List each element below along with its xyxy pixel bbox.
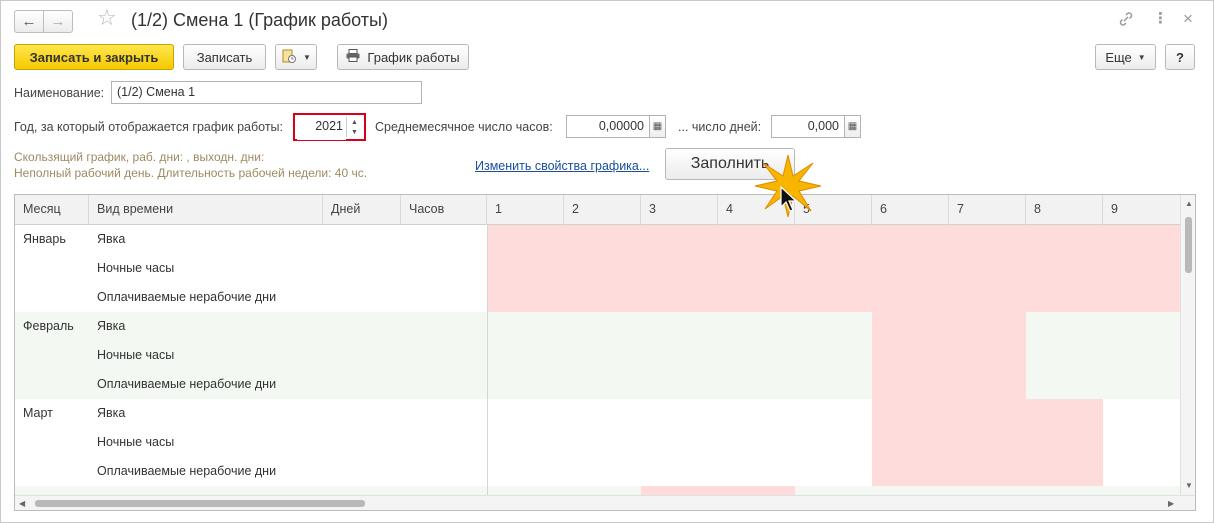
month-cell [15, 254, 23, 283]
form-window: ← → ☆ (1/2) Смена 1 (График работы) ⋮ × … [0, 0, 1214, 523]
table-row[interactable]: Ночные часы [15, 341, 1181, 370]
spin-down-icon[interactable]: ▼ [351, 129, 358, 136]
change-properties-link[interactable]: Изменить свойства графика... [475, 159, 649, 173]
header-day-9[interactable]: 9 [1103, 195, 1181, 225]
days-count-field[interactable]: 0,000 [771, 115, 845, 138]
header-month[interactable]: Месяц [15, 195, 89, 225]
vertical-scroll-thumb[interactable] [1185, 217, 1192, 273]
header-hours[interactable]: Часов [401, 195, 487, 225]
header-time-type[interactable]: Вид времени [89, 195, 323, 225]
chevron-down-icon: ▼ [1137, 52, 1146, 62]
header-days[interactable]: Дней [323, 195, 401, 225]
avg-hours-label: Среднемесячное число часов: [375, 120, 553, 134]
spin-up-icon[interactable]: ▲ [351, 119, 358, 126]
table-row[interactable]: Февраль Явка [15, 312, 1181, 341]
header-day-2[interactable]: 2 [564, 195, 641, 225]
more-button[interactable]: Еще ▼ [1095, 44, 1156, 70]
month-cell: Март [23, 406, 53, 420]
table-header: Месяц Вид времени Дней Часов 1 2 3 4 5 6… [15, 195, 1195, 225]
back-arrow-icon[interactable]: ← [14, 10, 44, 33]
print-schedule-label: График работы [367, 49, 460, 65]
calculator-icon[interactable]: ▦ [649, 115, 666, 138]
help-button[interactable]: ? [1165, 44, 1195, 70]
year-field[interactable]: 2021 [297, 117, 346, 140]
scroll-left-icon[interactable]: ◀ [19, 499, 25, 508]
calculator-icon[interactable]: ▦ [844, 115, 861, 138]
help-label: ? [1176, 49, 1184, 65]
time-type-cell: Ночные часы [97, 435, 175, 449]
save-and-close-button[interactable]: Записать и закрыть [14, 44, 174, 70]
close-icon[interactable]: × [1183, 9, 1193, 29]
schedule-info-line-2: Неполный рабочий день. Длительность рабо… [14, 166, 368, 180]
save-and-close-label: Записать и закрыть [29, 49, 159, 65]
time-type-cell: Ночные часы [97, 261, 175, 275]
time-type-cell: Явка [97, 319, 126, 333]
scroll-up-icon[interactable]: ▲ [1185, 199, 1193, 208]
favorite-star-icon[interactable]: ☆ [97, 7, 117, 29]
year-spinner[interactable]: ▲ ▼ [346, 117, 362, 137]
time-type-cell: Оплачиваемые нерабочие дни [97, 290, 277, 304]
horizontal-scrollbar[interactable]: ◀ ▶ [15, 495, 1195, 510]
print-schedule-button[interactable]: График работы [337, 44, 469, 70]
table-row[interactable]: Март Явка [15, 399, 1181, 428]
page-title: (1/2) Смена 1 (График работы) [131, 10, 388, 30]
month-cell: Январь [23, 232, 66, 246]
link-icon[interactable] [1118, 11, 1134, 31]
column-divider [487, 225, 488, 510]
time-type-cell: Ночные часы [97, 348, 175, 362]
scroll-right-icon[interactable]: ▶ [1168, 499, 1174, 508]
month-cell [15, 428, 23, 457]
days-count-label: ... число дней: [678, 120, 762, 134]
avg-hours-field[interactable]: 0,00000 [566, 115, 650, 138]
year-label: Год, за который отображается график рабо… [14, 120, 284, 134]
printer-icon [346, 49, 360, 65]
month-cell [15, 283, 23, 312]
table-row[interactable]: Ночные часы [15, 254, 1181, 283]
header-day-3[interactable]: 3 [641, 195, 718, 225]
month-cell [15, 457, 23, 486]
time-type-cell: Оплачиваемые нерабочие дни [97, 464, 277, 478]
title-bar: ← → ☆ (1/2) Смена 1 (График работы) ⋮ × [1, 1, 1213, 41]
header-day-1[interactable]: 1 [487, 195, 564, 225]
table-row[interactable]: Оплачиваемые нерабочие дни [15, 457, 1181, 486]
month-cell [15, 341, 23, 370]
header-day-8[interactable]: 8 [1026, 195, 1103, 225]
horizontal-scroll-thumb[interactable] [35, 500, 365, 507]
name-label: Наименование: [14, 86, 105, 100]
more-label: Еще [1105, 49, 1132, 65]
forward-arrow-icon[interactable]: → [43, 10, 73, 33]
month-cell [15, 370, 23, 399]
vertical-scrollbar[interactable]: ▲ ▼ [1180, 195, 1195, 497]
save-button[interactable]: Записать [183, 44, 266, 70]
table-row[interactable]: Ночные часы [15, 428, 1181, 457]
documents-icon [281, 48, 297, 67]
mouse-cursor-icon [779, 185, 801, 216]
table-row[interactable]: Январь Явка [15, 225, 1181, 312]
chevron-down-icon: ▼ [303, 52, 311, 62]
schedule-table[interactable]: Месяц Вид времени Дней Часов 1 2 3 4 5 6… [14, 194, 1196, 511]
scroll-down-icon[interactable]: ▼ [1185, 481, 1193, 490]
header-day-6[interactable]: 6 [872, 195, 949, 225]
table-row[interactable]: Оплачиваемые нерабочие дни [15, 370, 1181, 399]
save-label: Записать [196, 49, 253, 65]
time-type-cell: Оплачиваемые нерабочие дни [97, 377, 277, 391]
header-day-7[interactable]: 7 [949, 195, 1026, 225]
table-row[interactable]: Оплачиваемые нерабочие дни [15, 283, 1181, 312]
more-menu-icon[interactable]: ⋮ [1153, 9, 1168, 27]
schedule-info-line-1: Скользящий график, раб. дни: , выходн. д… [14, 150, 265, 164]
time-type-cell: Явка [97, 406, 126, 420]
month-cell: Февраль [23, 319, 74, 333]
year-highlight: 2021 ▲ ▼ [293, 113, 366, 141]
name-field[interactable]: (1/2) Смена 1 [111, 81, 422, 104]
time-type-cell: Явка [97, 232, 126, 246]
documents-dropdown-button[interactable]: ▼ [275, 44, 317, 70]
